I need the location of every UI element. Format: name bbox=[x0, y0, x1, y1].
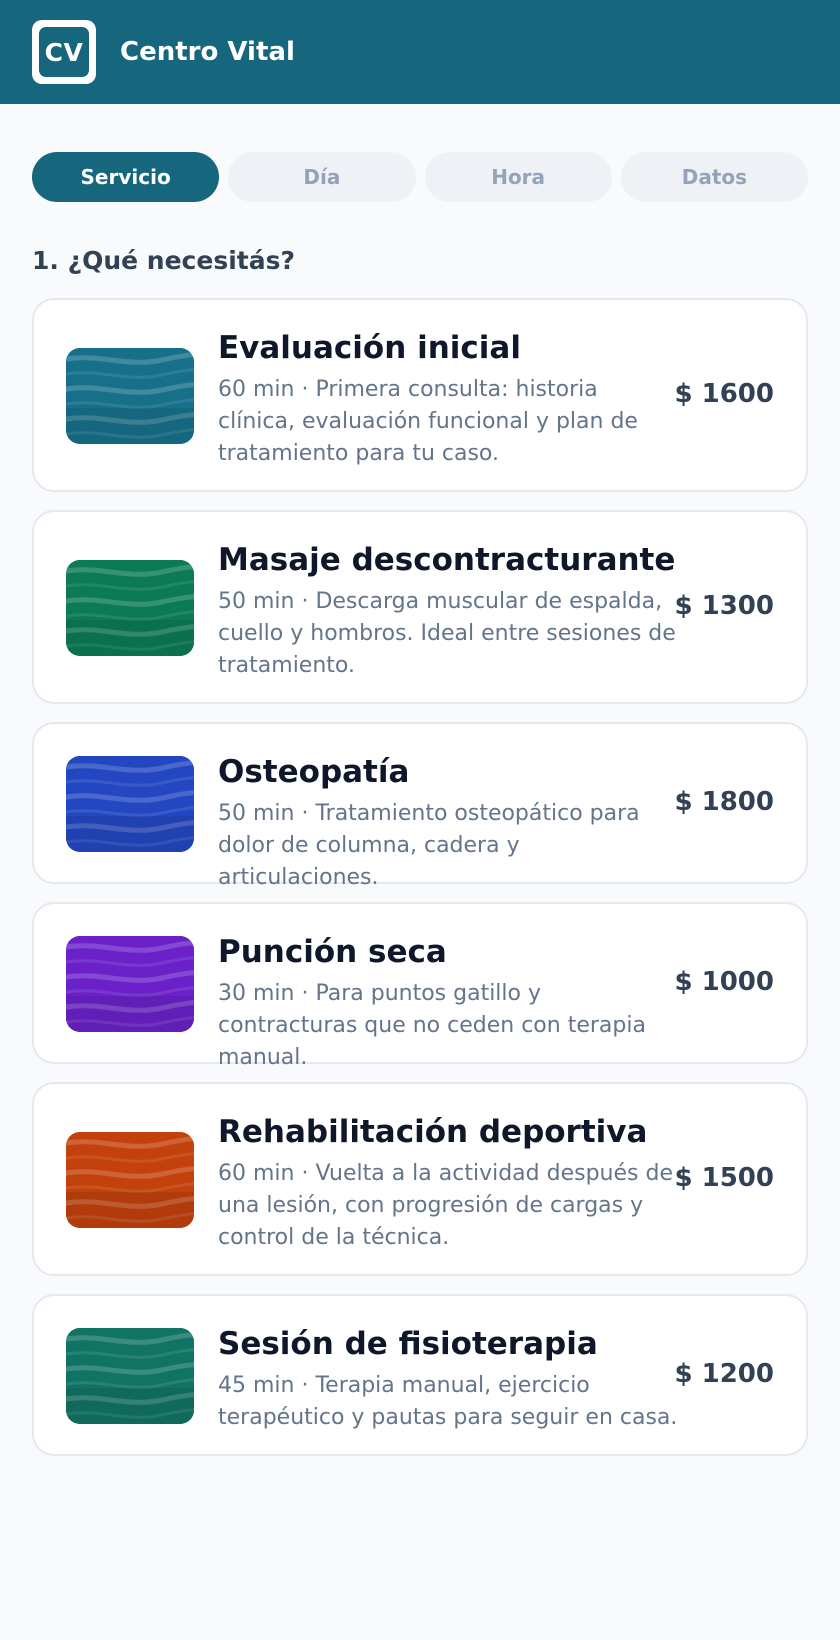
service-price: $ 1500 bbox=[674, 1163, 774, 1193]
service-name: Masaje descontracturante bbox=[218, 542, 676, 578]
service-description: 60 min · Vuelta a la actividad después d… bbox=[218, 1161, 673, 1250]
service-description: 50 min · Tratamiento osteopático para do… bbox=[218, 801, 640, 890]
step-time[interactable]: Hora bbox=[424, 152, 612, 202]
service-thumbnail bbox=[66, 1328, 194, 1424]
service-description: 30 min · Para puntos gatillo y contractu… bbox=[218, 981, 646, 1070]
service-card-rehabilitacion[interactable]: Rehabilitación deportiva 60 min · Vuelta… bbox=[32, 1082, 808, 1276]
app-title: Centro Vital bbox=[120, 37, 295, 67]
service-price: $ 1800 bbox=[674, 787, 774, 817]
service-card-puncion[interactable]: Punción seca 30 min · Para puntos gatill… bbox=[32, 902, 808, 1070]
service-price: $ 1600 bbox=[674, 379, 774, 409]
service-name: Punción seca bbox=[218, 934, 447, 970]
logo: CV bbox=[32, 20, 96, 84]
service-card-osteopatia[interactable]: Osteopatía 50 min · Tratamiento osteopát… bbox=[32, 722, 808, 890]
service-thumbnail bbox=[66, 936, 194, 1032]
service-card-evaluacion[interactable]: Evaluación inicial 60 min · Primera cons… bbox=[32, 298, 808, 492]
service-thumbnail bbox=[66, 348, 194, 444]
service-price: $ 1200 bbox=[674, 1359, 774, 1389]
service-name: Rehabilitación deportiva bbox=[218, 1114, 648, 1150]
service-thumbnail bbox=[66, 756, 194, 852]
service-description: 60 min · Primera consulta: historia clín… bbox=[218, 377, 638, 466]
service-card-masaje[interactable]: Masaje descontracturante 50 min · Descar… bbox=[32, 510, 808, 704]
service-description: 50 min · Descarga muscular de espalda, c… bbox=[218, 589, 676, 678]
service-name: Evaluación inicial bbox=[218, 330, 521, 366]
service-name: Osteopatía bbox=[218, 754, 410, 790]
service-price: $ 1000 bbox=[674, 967, 774, 997]
service-card-fisioterapia[interactable]: Sesión de fisioterapia 45 min · Terapia … bbox=[32, 1294, 808, 1456]
logo-mark: CV bbox=[39, 27, 89, 77]
service-price: $ 1300 bbox=[674, 591, 774, 621]
step-day[interactable]: Día bbox=[228, 152, 416, 202]
service-thumbnail bbox=[66, 560, 194, 656]
service-name: Sesión de fisioterapia bbox=[218, 1326, 598, 1362]
step-service[interactable]: Servicio bbox=[32, 152, 220, 202]
step-details[interactable]: Datos bbox=[620, 152, 808, 202]
section-title: 1. ¿Qué necesitás? bbox=[32, 246, 295, 275]
service-thumbnail bbox=[66, 1132, 194, 1228]
service-description: 45 min · Terapia manual, ejercicio terap… bbox=[218, 1373, 678, 1430]
booking-stepper: Servicio Día Hora Datos bbox=[32, 152, 808, 202]
app-header: CV Centro Vital bbox=[0, 0, 840, 104]
